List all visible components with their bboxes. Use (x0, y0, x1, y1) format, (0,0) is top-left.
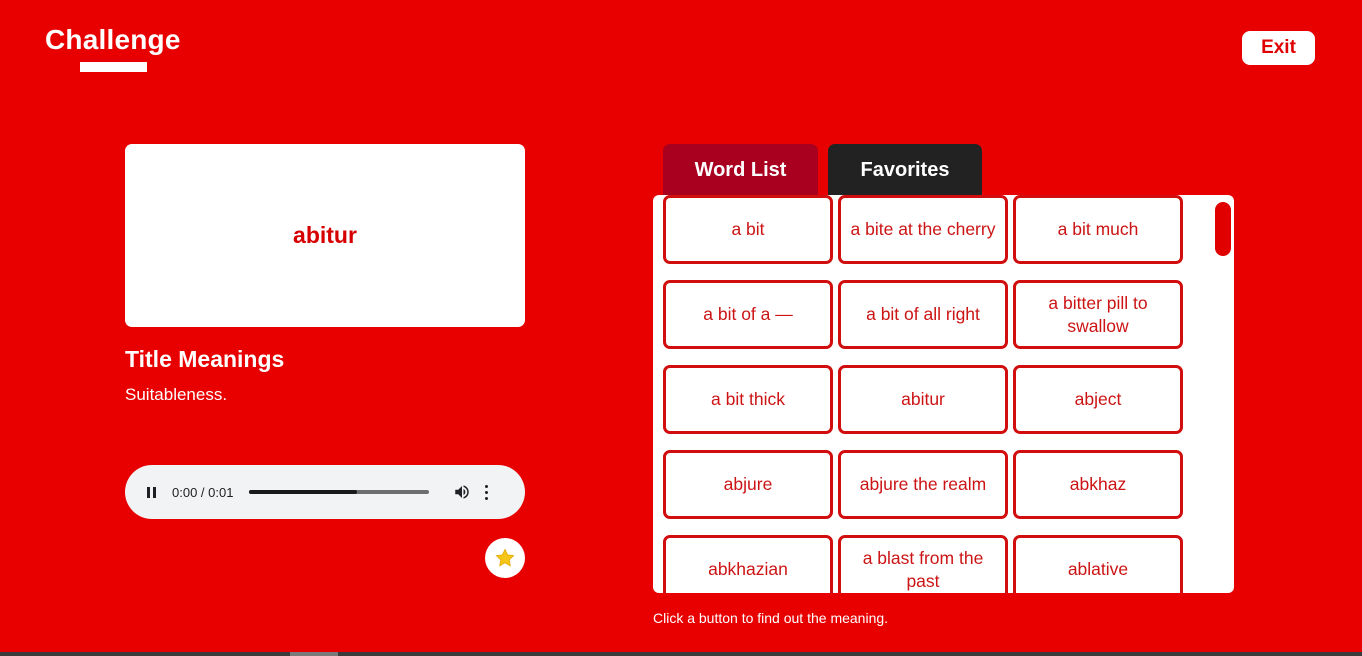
word-button[interactable]: abkhazian (663, 535, 833, 593)
word-button[interactable]: a bit (663, 195, 833, 264)
word-button[interactable]: a bit thick (663, 365, 833, 434)
word-button[interactable]: abkhaz (1013, 450, 1183, 519)
audio-player: 0:00 / 0:01 (125, 465, 525, 519)
meaning-text: Suitableness. (125, 385, 228, 404)
horizontal-scrollbar[interactable] (0, 652, 1362, 656)
word-grid: a bit a bite at the cherry a bit much a bit… (663, 195, 1183, 593)
more-vert-icon[interactable] (485, 484, 489, 500)
word-button[interactable]: a bit much (1013, 195, 1183, 264)
meaning-title: Title Meanings (125, 346, 285, 372)
word-button[interactable]: a bit of all right (838, 280, 1008, 349)
challenge-page: Challenge Exit abitur Title Meanings Sui… (0, 0, 1362, 656)
scrollbar-thumb[interactable] (1215, 202, 1231, 256)
tab-word-list[interactable]: Word List (663, 144, 818, 196)
word-button[interactable]: abject (1013, 365, 1183, 434)
title-underline (80, 62, 147, 72)
word-card: abitur (125, 144, 525, 327)
favorite-button[interactable] (485, 538, 525, 578)
word-button[interactable]: a blast from the past (838, 535, 1008, 593)
brand: Challenge (45, 24, 181, 72)
tab-favorites[interactable]: Favorites (828, 144, 982, 196)
word-button[interactable]: abitur (838, 365, 1008, 434)
exit-button[interactable]: Exit (1242, 31, 1315, 65)
audio-progress-fill (249, 490, 358, 494)
horizontal-scrollbar-thumb[interactable] (290, 652, 338, 656)
word-button[interactable]: ablative (1013, 535, 1183, 593)
audio-time: 0:00 / 0:01 (172, 484, 234, 500)
word-button[interactable]: abjure (663, 450, 833, 519)
volume-icon[interactable] (453, 483, 471, 501)
star-icon (495, 548, 515, 567)
word-list-panel[interactable]: a bit a bite at the cherry a bit much a bit… (653, 195, 1234, 593)
audio-progress-slider[interactable] (249, 490, 430, 494)
hint-text: Click a button to find out the meaning. (653, 610, 889, 626)
current-word: abitur (293, 222, 357, 248)
word-button[interactable]: a bite at the cherry (838, 195, 1008, 264)
word-button[interactable]: a bitter pill to swallow (1013, 280, 1183, 349)
word-button[interactable]: a bit of a — (663, 280, 833, 349)
pause-icon[interactable] (143, 484, 159, 500)
page-title: Challenge (45, 24, 181, 55)
word-button[interactable]: abjure the realm (838, 450, 1008, 519)
